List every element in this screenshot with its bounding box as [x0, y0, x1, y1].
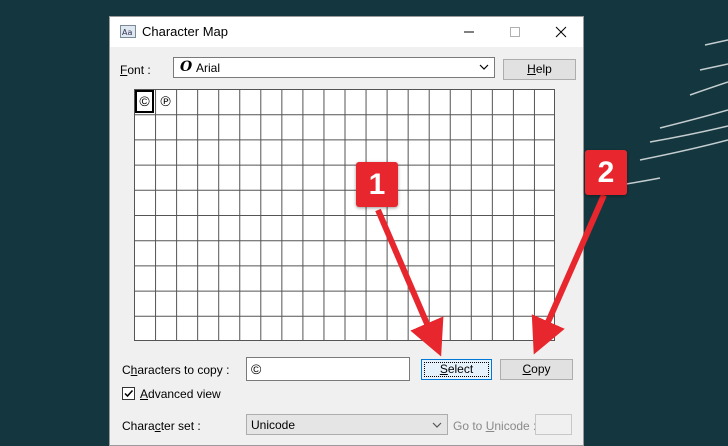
character-set-label: Character set : [122, 419, 201, 433]
select-button[interactable]: Select [421, 359, 492, 380]
callout-2: 2 [585, 150, 627, 195]
advanced-view-checkbox[interactable] [122, 387, 135, 400]
minimize-button[interactable] [446, 17, 492, 47]
callout-1: 1 [356, 162, 398, 207]
character-set-value: Unicode [251, 418, 296, 432]
character-map-window: Aa Character Map Font : O Arial Help © ℗ … [109, 16, 584, 446]
window-title: Character Map [142, 24, 228, 39]
close-button[interactable] [538, 17, 584, 47]
copy-button[interactable]: Copy [500, 359, 573, 380]
maximize-icon [510, 27, 520, 37]
checkmark-icon [124, 389, 134, 398]
chevron-down-icon [432, 422, 442, 428]
characters-to-copy-input[interactable]: © [246, 357, 410, 381]
opentype-font-icon: O [180, 59, 193, 75]
help-button[interactable]: Help [503, 59, 576, 80]
character-map-app-icon: Aa [120, 25, 136, 38]
character-set-dropdown[interactable]: Unicode [246, 414, 448, 435]
go-to-unicode-input[interactable] [535, 414, 572, 435]
character-cell[interactable]: © [134, 89, 155, 114]
go-to-unicode-label: Go to Unicode : [453, 419, 537, 433]
characters-to-copy-label: Characters to copy : [122, 363, 230, 377]
chevron-down-icon [479, 64, 489, 70]
svg-text:Aa: Aa [122, 28, 132, 37]
close-icon [555, 26, 567, 38]
font-value: Arial [196, 61, 221, 75]
character-grid[interactable]: © ℗ [134, 89, 555, 341]
font-label: Font : [120, 63, 151, 77]
font-dropdown[interactable]: O Arial [173, 57, 495, 78]
maximize-button[interactable] [492, 17, 538, 47]
minimize-icon [464, 31, 474, 33]
title-bar: Aa Character Map [110, 17, 583, 47]
advanced-view-label[interactable]: Advanced view [140, 387, 221, 401]
character-grid-lines [134, 89, 555, 341]
character-cell[interactable]: ℗ [155, 89, 176, 114]
